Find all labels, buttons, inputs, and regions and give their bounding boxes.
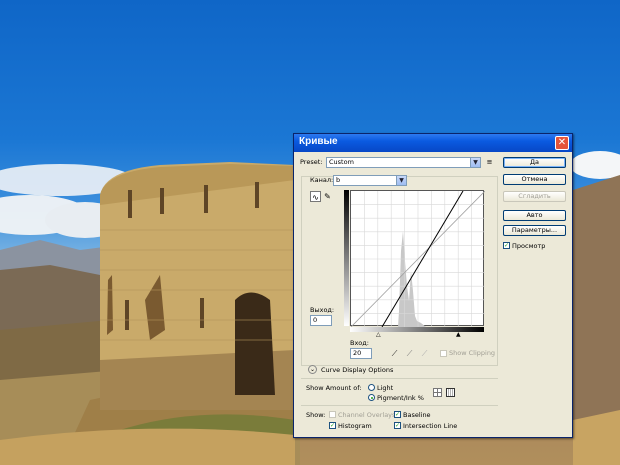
input-label: Вход: [350, 339, 369, 347]
black-slider-triangle[interactable]: ▲ [456, 331, 461, 338]
grid-10x10-icon[interactable] [446, 388, 455, 397]
chevron-down-icon: ▼ [470, 158, 480, 167]
auto-button[interactable]: Авто [503, 210, 566, 221]
preview-checkbox[interactable]: ✓ [503, 242, 510, 249]
separator [301, 405, 498, 406]
white-eyedropper-icon[interactable]: ⟋ [419, 348, 430, 359]
output-label: Выход: [310, 306, 335, 314]
options-button[interactable]: Параметры... [503, 225, 566, 236]
input-value: 20 [353, 349, 362, 357]
show-amount-label: Show Amount of: [306, 384, 362, 392]
channel-value: b [336, 176, 341, 184]
close-icon[interactable]: ✕ [555, 136, 569, 150]
light-radio[interactable] [368, 384, 375, 391]
pigment-radio[interactable] [368, 394, 375, 401]
chevron-down-icon[interactable]: ⌄ [308, 365, 317, 374]
preset-label: Preset: [300, 158, 323, 166]
preset-menu-icon[interactable]: ≡ [484, 157, 495, 168]
black-eyedropper-icon[interactable]: ⟋ [389, 348, 400, 359]
chevron-down-icon: ▼ [396, 176, 406, 185]
separator [301, 378, 498, 379]
output-value: 0 [313, 316, 318, 324]
intersection-line-checkbox[interactable]: ✓ [394, 422, 401, 429]
baseline-checkbox[interactable]: ✓ [394, 411, 401, 418]
channel-overlays-checkbox[interactable] [329, 411, 336, 418]
output-field[interactable]: 0 [310, 315, 332, 326]
show-clipping-checkbox[interactable] [440, 350, 447, 357]
curves-dialog: Кривые ✕ Preset: Custom ▼ ≡ Канал: b ▼ ∿… [293, 133, 573, 438]
curve-display-options-label: Curve Display Options [321, 366, 394, 374]
curves-graph[interactable] [350, 190, 485, 327]
preset-select[interactable]: Custom ▼ [326, 157, 481, 168]
curve-point-tool-icon[interactable]: ∿ [310, 191, 321, 202]
histogram-label: Histogram [338, 422, 372, 430]
light-label: Light [377, 384, 394, 392]
show-clipping-label: Show Clipping [449, 349, 496, 357]
cancel-button[interactable]: Отмена [503, 174, 566, 185]
gray-eyedropper-icon[interactable]: ⟋ [404, 348, 415, 359]
white-slider-triangle[interactable]: △ [376, 331, 381, 338]
intersection-line-label: Intersection Line [403, 422, 458, 430]
grid-4x4-icon[interactable] [433, 388, 442, 397]
curves-graph-canvas[interactable] [351, 191, 485, 327]
ok-button[interactable]: Да [503, 157, 566, 168]
output-gradient-bar [344, 190, 349, 326]
histogram-checkbox[interactable]: ✓ [329, 422, 336, 429]
preset-value: Custom [329, 158, 354, 166]
title-bar[interactable]: Кривые ✕ [294, 134, 572, 152]
preview-label: Просмотр [512, 242, 546, 250]
baseline-label: Baseline [403, 411, 431, 419]
channel-overlays-label: Channel Overlays [338, 411, 396, 419]
pencil-tool-icon[interactable]: ✎ [322, 191, 333, 202]
pigment-label: Pigment/Ink % [377, 394, 424, 402]
smooth-button[interactable]: Сгладить [503, 191, 566, 202]
dialog-title: Кривые [299, 136, 338, 147]
channel-select[interactable]: b ▼ [333, 175, 407, 186]
channel-label: Канал: [310, 176, 334, 184]
input-gradient-bar [350, 327, 484, 332]
input-field[interactable]: 20 [350, 348, 372, 359]
show-label: Show: [306, 411, 326, 419]
